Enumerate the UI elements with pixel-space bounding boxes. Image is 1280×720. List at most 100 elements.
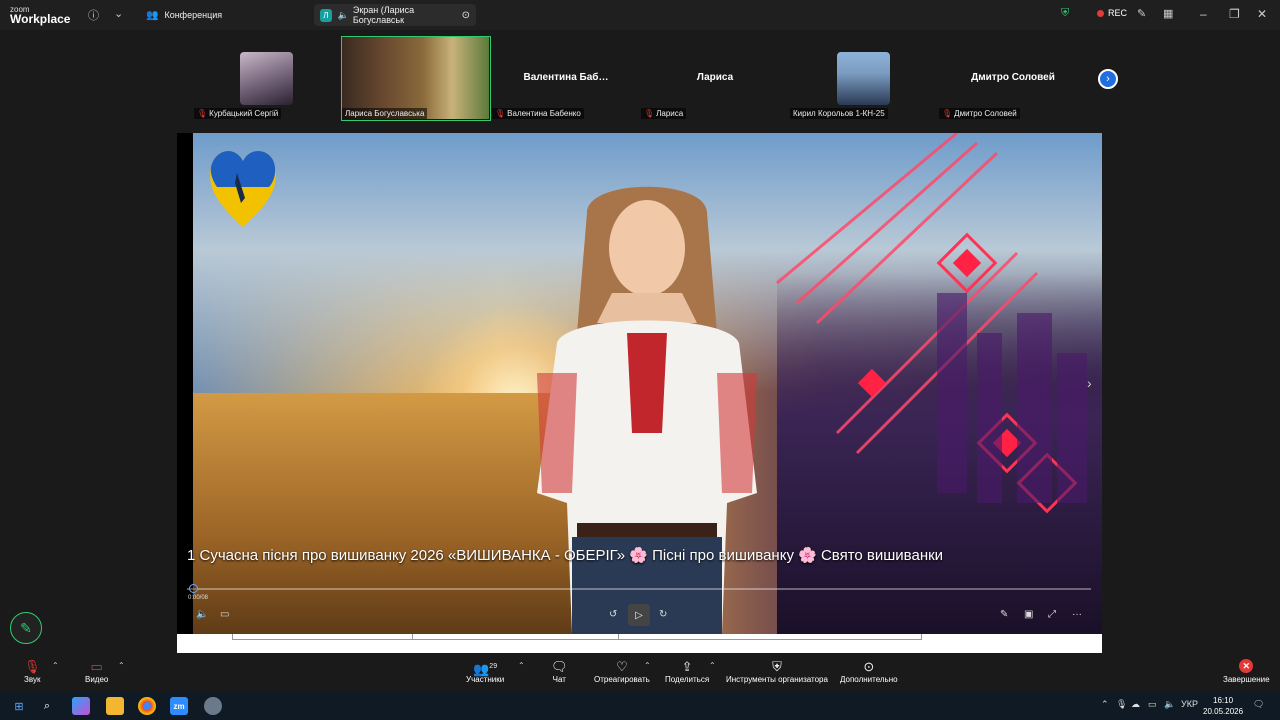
participants-icon: 👥29 [473,661,498,677]
participant-tile[interactable]: Кирил Корольов 1-КН-25 [790,36,938,120]
tab-meeting[interactable]: 👥 Конференция [140,4,228,26]
participant-tile[interactable]: Валентина Баб… 🎙 Валентина Бабенко [492,36,640,120]
participant-video [837,52,890,105]
people-icon: 👥 [146,9,159,21]
react-label: Отреагировать [594,675,650,684]
chrome-icon[interactable] [138,697,156,715]
file-explorer-icon[interactable] [106,697,124,715]
video-label: Видео [85,675,109,684]
participant-display-name: Дмитро Соловей [971,72,1055,83]
end-meeting-button[interactable]: ✕ Завершение [1223,659,1270,684]
windows-start-icon[interactable]: ⊞ [10,697,28,715]
video-button[interactable]: ▭ Видео [85,659,108,684]
participant-name: Лариса Богуславська [345,109,425,118]
share-caret-icon[interactable]: ⌃ [709,661,716,670]
layout-icon[interactable]: ▦ [1163,7,1173,20]
audio-button[interactable]: 🎙 Звук [24,659,41,684]
more-icon: ⊙ [863,659,875,674]
more-button[interactable]: ⊙ Дополнительно [840,659,898,684]
forward-30-icon[interactable]: ↻ [659,609,667,620]
chevron-down-icon[interactable]: ⌄ [114,7,123,20]
chat-label: Чат [552,675,566,684]
video-progress-bar[interactable] [187,588,1091,590]
participant-video [342,37,489,119]
participant-display-name: Валентина Баб… [523,72,609,83]
copilot-icon[interactable] [72,697,90,715]
participants-caret-icon[interactable]: ⌃ [518,661,525,670]
chat-button[interactable]: 🗨 Чат [551,659,568,684]
heart-icon: ♡ [616,659,628,674]
annotate-icon[interactable]: ✎ [1137,7,1146,20]
pen-icon[interactable]: ✎ [1000,609,1008,620]
participant-name: Кирил Корольов 1-КН-25 [793,109,885,118]
participant-tile[interactable]: Лариса 🎙 Лариса [641,36,789,120]
tab-meeting-label: Конференция [164,10,223,20]
end-icon: ✕ [1239,659,1254,675]
app-icon[interactable] [204,697,222,715]
mic-off-icon: 🎙 [644,109,655,118]
mic-off-icon: 🎙 [197,109,208,118]
miniplayer-icon[interactable]: ▣ [1024,609,1033,620]
participant-tile[interactable]: 🎙 Курбацький Сергій [194,36,342,120]
participant-tile-active[interactable]: Лариса Богуславська [341,36,491,121]
next-page-button[interactable]: › [1098,69,1118,89]
rewind-10-icon[interactable]: ↺ [609,609,617,620]
language-indicator[interactable]: УКР [1181,699,1198,709]
end-label: Завершение [1223,675,1270,684]
chat-icon: 🗨 [551,659,568,674]
network-icon[interactable]: ▭ [1148,699,1157,710]
pencil-icon: ✎ [20,619,32,636]
play-button[interactable]: ▷ [628,604,650,626]
participant-name: Лариса [656,109,684,118]
tray-chevron-up-icon[interactable]: ⌃ [1101,699,1109,710]
participant-display-name: Лариса [696,72,734,83]
participant-label: 🎙 Курбацький Сергій [194,108,282,119]
share-icon: ⇪ [681,659,693,674]
meeting-toolbar: 🎙 Звук ⌃ ▭ Видео ⌃ 👥29 Участники ⌃ 🗨 Чат… [0,655,1280,692]
document-table [232,634,922,640]
video-options-caret-icon[interactable]: ⌃ [118,661,125,670]
share-button[interactable]: ⇪ Поделиться [665,659,709,684]
fullscreen-icon[interactable]: ⤢ [1048,609,1056,620]
notifications-icon[interactable]: 🗨 [1253,699,1264,710]
participant-label: Лариса Богуславська [342,108,428,119]
share-label: Поделиться [665,675,710,684]
volume-icon[interactable]: 🔈 [196,609,208,620]
audio-label: Звук [24,675,41,684]
host-tools-button[interactable]: ⛨ Инструменты организатора [726,659,828,684]
minimize-icon[interactable]: – [1200,7,1207,21]
react-button[interactable]: ♡ Отреагировать [594,659,650,684]
shield-icon[interactable]: ⛨ [1061,7,1069,20]
tab-screen-share[interactable]: Л 🔈 Экран (Лариса Богуславськ ⊙ [314,4,476,26]
mic-icon[interactable]: 🎙 [1116,699,1127,710]
annotation-pencil-button[interactable]: ✎ [10,612,42,644]
play-icon: ▷ [635,609,643,621]
maximize-icon[interactable]: ❐ [1229,7,1240,21]
zoom-logo: zoom Workplace [10,5,71,26]
audio-options-caret-icon[interactable]: ⌃ [52,661,59,670]
chevron-right-icon[interactable]: › [1087,375,1092,391]
participants-button[interactable]: 👥29 Участники [466,659,504,684]
progress-knob[interactable] [189,584,198,593]
search-icon[interactable]: ⌕ [38,697,56,715]
onedrive-icon[interactable]: ☁ [1131,699,1140,710]
participant-tile[interactable]: Дмитро Соловей 🎙 Дмитро Соловей [939,36,1087,120]
clock-time: 16:10 [1213,696,1234,705]
react-caret-icon[interactable]: ⌃ [644,661,651,670]
brand-bottom: Workplace [10,12,71,26]
captions-icon[interactable]: ▭ [220,609,229,620]
system-clock[interactable]: 16:10 20.05.2026 [1203,695,1243,717]
info-icon[interactable]: ⓘ [88,7,99,23]
chevron-right-icon: › [1106,73,1110,85]
participant-label: 🎙 Дмитро Соловей [939,108,1020,119]
zoom-app-icon[interactable]: zm [170,697,188,715]
participant-video [240,52,293,105]
more-options-icon[interactable]: ··· [1072,609,1082,620]
recording-indicator[interactable]: REC [1097,8,1127,18]
close-icon[interactable]: ✕ [1257,7,1267,21]
more-icon[interactable]: ⊙ [462,10,470,21]
tab-badge: Л [320,8,332,22]
volume-icon[interactable]: 🔈 [1164,699,1175,710]
video-player[interactable]: 1 Сучасна пісня про вишиванку 2026 «ВИШИ… [177,133,1102,634]
participant-name: Курбацький Сергій [209,109,279,118]
